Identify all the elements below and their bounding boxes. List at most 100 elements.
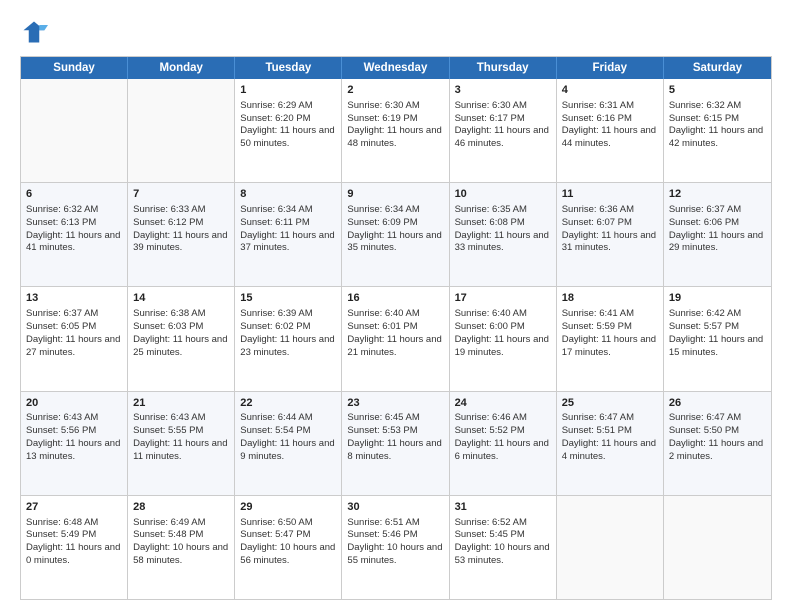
day-10: 10Sunrise: 6:35 AMSunset: 6:08 PMDayligh… <box>450 183 557 286</box>
empty-cell <box>664 496 771 599</box>
day-22: 22Sunrise: 6:44 AMSunset: 5:54 PMDayligh… <box>235 392 342 495</box>
day-number: 12 <box>669 187 766 202</box>
empty-cell <box>128 79 235 182</box>
daylight-text: Daylight: 11 hours and 27 minutes. <box>26 334 120 358</box>
sunset-text: Sunset: 6:00 PM <box>455 321 525 332</box>
day-number: 27 <box>26 500 122 515</box>
sunrise-text: Sunrise: 6:37 AM <box>26 308 98 319</box>
sunset-text: Sunset: 6:05 PM <box>26 321 96 332</box>
sunset-text: Sunset: 6:09 PM <box>347 217 417 228</box>
day-number: 31 <box>455 500 551 515</box>
sunrise-text: Sunrise: 6:43 AM <box>26 412 98 423</box>
sunset-text: Sunset: 5:47 PM <box>240 529 310 540</box>
daylight-text: Daylight: 11 hours and 44 minutes. <box>562 125 656 149</box>
sunset-text: Sunset: 6:17 PM <box>455 113 525 124</box>
day-25: 25Sunrise: 6:47 AMSunset: 5:51 PMDayligh… <box>557 392 664 495</box>
calendar-body: 1Sunrise: 6:29 AMSunset: 6:20 PMDaylight… <box>21 79 771 599</box>
day-9: 9Sunrise: 6:34 AMSunset: 6:09 PMDaylight… <box>342 183 449 286</box>
day-number: 28 <box>133 500 229 515</box>
day-1: 1Sunrise: 6:29 AMSunset: 6:20 PMDaylight… <box>235 79 342 182</box>
day-26: 26Sunrise: 6:47 AMSunset: 5:50 PMDayligh… <box>664 392 771 495</box>
sunrise-text: Sunrise: 6:43 AM <box>133 412 205 423</box>
header-sunday: Sunday <box>21 57 128 79</box>
day-number: 5 <box>669 83 766 98</box>
header-friday: Friday <box>557 57 664 79</box>
day-number: 26 <box>669 396 766 411</box>
logo <box>20 18 54 46</box>
day-number: 23 <box>347 396 443 411</box>
sunrise-text: Sunrise: 6:33 AM <box>133 204 205 215</box>
header-thursday: Thursday <box>450 57 557 79</box>
sunrise-text: Sunrise: 6:37 AM <box>669 204 741 215</box>
header-wednesday: Wednesday <box>342 57 449 79</box>
daylight-text: Daylight: 11 hours and 19 minutes. <box>455 334 549 358</box>
daylight-text: Daylight: 11 hours and 42 minutes. <box>669 125 763 149</box>
daylight-text: Daylight: 10 hours and 58 minutes. <box>133 542 228 566</box>
daylight-text: Daylight: 11 hours and 0 minutes. <box>26 542 120 566</box>
sunrise-text: Sunrise: 6:42 AM <box>669 308 741 319</box>
sunrise-text: Sunrise: 6:34 AM <box>240 204 312 215</box>
day-number: 29 <box>240 500 336 515</box>
day-18: 18Sunrise: 6:41 AMSunset: 5:59 PMDayligh… <box>557 287 664 390</box>
daylight-text: Daylight: 11 hours and 6 minutes. <box>455 438 549 462</box>
day-number: 4 <box>562 83 658 98</box>
week-4: 20Sunrise: 6:43 AMSunset: 5:56 PMDayligh… <box>21 392 771 496</box>
day-number: 24 <box>455 396 551 411</box>
week-5: 27Sunrise: 6:48 AMSunset: 5:49 PMDayligh… <box>21 496 771 599</box>
sunset-text: Sunset: 6:13 PM <box>26 217 96 228</box>
day-number: 17 <box>455 291 551 306</box>
sunrise-text: Sunrise: 6:40 AM <box>347 308 419 319</box>
daylight-text: Daylight: 11 hours and 46 minutes. <box>455 125 549 149</box>
daylight-text: Daylight: 11 hours and 23 minutes. <box>240 334 334 358</box>
calendar: SundayMondayTuesdayWednesdayThursdayFrid… <box>20 56 772 600</box>
header-monday: Monday <box>128 57 235 79</box>
day-number: 20 <box>26 396 122 411</box>
day-31: 31Sunrise: 6:52 AMSunset: 5:45 PMDayligh… <box>450 496 557 599</box>
sunset-text: Sunset: 5:53 PM <box>347 425 417 436</box>
sunrise-text: Sunrise: 6:47 AM <box>562 412 634 423</box>
sunset-text: Sunset: 5:50 PM <box>669 425 739 436</box>
daylight-text: Daylight: 11 hours and 15 minutes. <box>669 334 763 358</box>
sunset-text: Sunset: 5:59 PM <box>562 321 632 332</box>
daylight-text: Daylight: 11 hours and 13 minutes. <box>26 438 120 462</box>
sunset-text: Sunset: 5:55 PM <box>133 425 203 436</box>
week-3: 13Sunrise: 6:37 AMSunset: 6:05 PMDayligh… <box>21 287 771 391</box>
daylight-text: Daylight: 11 hours and 2 minutes. <box>669 438 763 462</box>
day-14: 14Sunrise: 6:38 AMSunset: 6:03 PMDayligh… <box>128 287 235 390</box>
daylight-text: Daylight: 11 hours and 50 minutes. <box>240 125 334 149</box>
header-tuesday: Tuesday <box>235 57 342 79</box>
day-number: 18 <box>562 291 658 306</box>
day-27: 27Sunrise: 6:48 AMSunset: 5:49 PMDayligh… <box>21 496 128 599</box>
sunset-text: Sunset: 6:02 PM <box>240 321 310 332</box>
page: SundayMondayTuesdayWednesdayThursdayFrid… <box>0 0 792 612</box>
sunset-text: Sunset: 6:06 PM <box>669 217 739 228</box>
day-number: 30 <box>347 500 443 515</box>
daylight-text: Daylight: 11 hours and 33 minutes. <box>455 230 549 254</box>
sunrise-text: Sunrise: 6:30 AM <box>455 100 527 111</box>
sunset-text: Sunset: 5:46 PM <box>347 529 417 540</box>
sunrise-text: Sunrise: 6:35 AM <box>455 204 527 215</box>
sunrise-text: Sunrise: 6:46 AM <box>455 412 527 423</box>
sunrise-text: Sunrise: 6:51 AM <box>347 517 419 528</box>
day-11: 11Sunrise: 6:36 AMSunset: 6:07 PMDayligh… <box>557 183 664 286</box>
daylight-text: Daylight: 11 hours and 35 minutes. <box>347 230 441 254</box>
day-number: 14 <box>133 291 229 306</box>
day-23: 23Sunrise: 6:45 AMSunset: 5:53 PMDayligh… <box>342 392 449 495</box>
sunrise-text: Sunrise: 6:36 AM <box>562 204 634 215</box>
day-number: 25 <box>562 396 658 411</box>
daylight-text: Daylight: 11 hours and 41 minutes. <box>26 230 120 254</box>
daylight-text: Daylight: 11 hours and 17 minutes. <box>562 334 656 358</box>
day-16: 16Sunrise: 6:40 AMSunset: 6:01 PMDayligh… <box>342 287 449 390</box>
sunset-text: Sunset: 6:19 PM <box>347 113 417 124</box>
sunset-text: Sunset: 5:45 PM <box>455 529 525 540</box>
sunset-text: Sunset: 5:57 PM <box>669 321 739 332</box>
daylight-text: Daylight: 11 hours and 39 minutes. <box>133 230 227 254</box>
sunrise-text: Sunrise: 6:50 AM <box>240 517 312 528</box>
header <box>20 18 772 46</box>
day-15: 15Sunrise: 6:39 AMSunset: 6:02 PMDayligh… <box>235 287 342 390</box>
sunrise-text: Sunrise: 6:39 AM <box>240 308 312 319</box>
sunrise-text: Sunrise: 6:34 AM <box>347 204 419 215</box>
day-19: 19Sunrise: 6:42 AMSunset: 5:57 PMDayligh… <box>664 287 771 390</box>
sunrise-text: Sunrise: 6:52 AM <box>455 517 527 528</box>
sunset-text: Sunset: 6:07 PM <box>562 217 632 228</box>
